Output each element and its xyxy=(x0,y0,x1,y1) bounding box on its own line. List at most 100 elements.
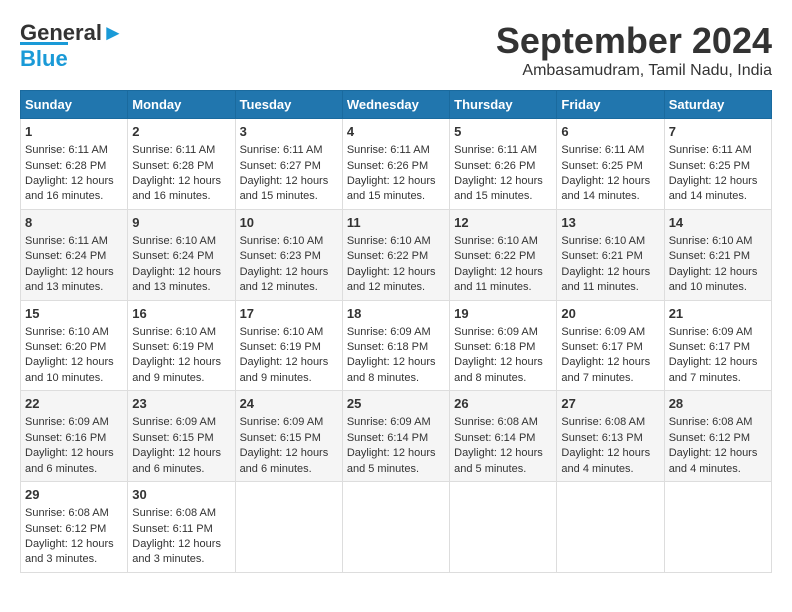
day-number: 3 xyxy=(240,123,338,141)
day-info: Sunrise: 6:08 AM Sunset: 6:11 PM Dayligh… xyxy=(132,507,221,565)
day-number: 21 xyxy=(669,305,767,323)
day-info: Sunrise: 6:08 AM Sunset: 6:12 PM Dayligh… xyxy=(25,507,114,565)
day-info: Sunrise: 6:11 AM Sunset: 6:25 PM Dayligh… xyxy=(669,144,758,202)
table-row: 15Sunrise: 6:10 AM Sunset: 6:20 PM Dayli… xyxy=(21,300,772,391)
list-item: 17 Sunrise: 6:10 AM Sunset: 6:19 PM Dayli… xyxy=(235,300,342,391)
day-number: 14 xyxy=(669,214,767,232)
list-item: 5Sunrise: 6:11 AM Sunset: 6:26 PM Daylig… xyxy=(450,119,557,210)
list-item xyxy=(664,482,771,573)
header-row: Sunday Monday Tuesday Wednesday Thursday… xyxy=(21,91,772,119)
list-item: 3 Sunrise: 6:11 AM Sunset: 6:27 PM Daylig… xyxy=(235,119,342,210)
col-sunday: Sunday xyxy=(21,91,128,119)
day-info: Sunrise: 6:09 AM Sunset: 6:18 PM Dayligh… xyxy=(347,326,436,384)
calendar-subtitle: Ambasamudram, Tamil Nadu, India xyxy=(496,62,772,80)
list-item: 11 Sunrise: 6:10 AM Sunset: 6:22 PM Dayli… xyxy=(342,209,449,300)
day-number: 19 xyxy=(454,305,552,323)
day-info: Sunrise: 6:10 AM Sunset: 6:21 PM Dayligh… xyxy=(561,235,650,293)
day-number: 10 xyxy=(240,214,338,232)
list-item: 22 Sunrise: 6:09 AM Sunset: 6:16 PM Dayli… xyxy=(21,391,128,482)
calendar-table: Sunday Monday Tuesday Wednesday Thursday… xyxy=(20,90,772,573)
list-item: 28 Sunrise: 6:08 AM Sunset: 6:12 PM Dayli… xyxy=(664,391,771,482)
list-item: 1Sunrise: 6:11 AM Sunset: 6:28 PM Daylig… xyxy=(21,119,128,210)
day-number: 11 xyxy=(347,214,445,232)
day-info: Sunrise: 6:10 AM Sunset: 6:21 PM Dayligh… xyxy=(669,235,758,293)
day-info: Sunrise: 6:10 AM Sunset: 6:23 PM Dayligh… xyxy=(240,235,329,293)
logo-blue-text: Blue xyxy=(20,42,68,72)
day-number: 7 xyxy=(669,123,767,141)
day-info: Sunrise: 6:11 AM Sunset: 6:27 PM Dayligh… xyxy=(240,144,329,202)
page-header: General► Blue September 2024 Ambasamudra… xyxy=(20,20,772,80)
day-number: 25 xyxy=(347,395,445,413)
day-info: Sunrise: 6:11 AM Sunset: 6:26 PM Dayligh… xyxy=(347,144,436,202)
day-info: Sunrise: 6:11 AM Sunset: 6:24 PM Dayligh… xyxy=(25,235,114,293)
list-item: 4 Sunrise: 6:11 AM Sunset: 6:26 PM Daylig… xyxy=(342,119,449,210)
list-item: 14 Sunrise: 6:10 AM Sunset: 6:21 PM Dayli… xyxy=(664,209,771,300)
day-number: 24 xyxy=(240,395,338,413)
day-info: Sunrise: 6:10 AM Sunset: 6:19 PM Dayligh… xyxy=(132,326,221,384)
day-info: Sunrise: 6:10 AM Sunset: 6:22 PM Dayligh… xyxy=(347,235,436,293)
day-info: Sunrise: 6:08 AM Sunset: 6:12 PM Dayligh… xyxy=(669,416,758,474)
day-info: Sunrise: 6:11 AM Sunset: 6:28 PM Dayligh… xyxy=(25,144,114,202)
day-info: Sunrise: 6:08 AM Sunset: 6:14 PM Dayligh… xyxy=(454,416,543,474)
day-info: Sunrise: 6:09 AM Sunset: 6:17 PM Dayligh… xyxy=(669,326,758,384)
list-item xyxy=(557,482,664,573)
list-item: 24 Sunrise: 6:09 AM Sunset: 6:15 PM Dayli… xyxy=(235,391,342,482)
list-item: 26Sunrise: 6:08 AM Sunset: 6:14 PM Dayli… xyxy=(450,391,557,482)
day-number: 8 xyxy=(25,214,123,232)
day-number: 5 xyxy=(454,123,552,141)
list-item: 23 Sunrise: 6:09 AM Sunset: 6:15 PM Dayli… xyxy=(128,391,235,482)
list-item: 30 Sunrise: 6:08 AM Sunset: 6:11 PM Dayli… xyxy=(128,482,235,573)
day-number: 29 xyxy=(25,486,123,504)
col-wednesday: Wednesday xyxy=(342,91,449,119)
table-row: 8 Sunrise: 6:11 AM Sunset: 6:24 PM Daylig… xyxy=(21,209,772,300)
day-number: 27 xyxy=(561,395,659,413)
list-item: 15Sunrise: 6:10 AM Sunset: 6:20 PM Dayli… xyxy=(21,300,128,391)
logo: General► Blue xyxy=(20,20,124,72)
day-info: Sunrise: 6:09 AM Sunset: 6:15 PM Dayligh… xyxy=(132,416,221,474)
list-item: 20Sunrise: 6:09 AM Sunset: 6:17 PM Dayli… xyxy=(557,300,664,391)
day-number: 4 xyxy=(347,123,445,141)
list-item: 16Sunrise: 6:10 AM Sunset: 6:19 PM Dayli… xyxy=(128,300,235,391)
list-item: 29 Sunrise: 6:08 AM Sunset: 6:12 PM Dayli… xyxy=(21,482,128,573)
day-info: Sunrise: 6:11 AM Sunset: 6:28 PM Dayligh… xyxy=(132,144,221,202)
day-number: 13 xyxy=(561,214,659,232)
list-item: 6 Sunrise: 6:11 AM Sunset: 6:25 PM Daylig… xyxy=(557,119,664,210)
day-number: 28 xyxy=(669,395,767,413)
list-item: 2 Sunrise: 6:11 AM Sunset: 6:28 PM Daylig… xyxy=(128,119,235,210)
list-item xyxy=(235,482,342,573)
calendar-title: September 2024 xyxy=(496,20,772,62)
day-number: 23 xyxy=(132,395,230,413)
list-item: 9Sunrise: 6:10 AM Sunset: 6:24 PM Daylig… xyxy=(128,209,235,300)
table-row: 22 Sunrise: 6:09 AM Sunset: 6:16 PM Dayli… xyxy=(21,391,772,482)
day-info: Sunrise: 6:09 AM Sunset: 6:14 PM Dayligh… xyxy=(347,416,436,474)
table-row: 29 Sunrise: 6:08 AM Sunset: 6:12 PM Dayli… xyxy=(21,482,772,573)
list-item xyxy=(342,482,449,573)
day-info: Sunrise: 6:10 AM Sunset: 6:24 PM Dayligh… xyxy=(132,235,221,293)
list-item: 8 Sunrise: 6:11 AM Sunset: 6:24 PM Daylig… xyxy=(21,209,128,300)
title-block: September 2024 Ambasamudram, Tamil Nadu,… xyxy=(496,20,772,80)
list-item: 19Sunrise: 6:09 AM Sunset: 6:18 PM Dayli… xyxy=(450,300,557,391)
list-item: 12Sunrise: 6:10 AM Sunset: 6:22 PM Dayli… xyxy=(450,209,557,300)
day-number: 18 xyxy=(347,305,445,323)
col-friday: Friday xyxy=(557,91,664,119)
day-number: 6 xyxy=(561,123,659,141)
list-item: 18 Sunrise: 6:09 AM Sunset: 6:18 PM Dayli… xyxy=(342,300,449,391)
day-number: 30 xyxy=(132,486,230,504)
day-info: Sunrise: 6:10 AM Sunset: 6:20 PM Dayligh… xyxy=(25,326,114,384)
day-number: 2 xyxy=(132,123,230,141)
list-item: 21 Sunrise: 6:09 AM Sunset: 6:17 PM Dayli… xyxy=(664,300,771,391)
day-number: 20 xyxy=(561,305,659,323)
list-item: 25 Sunrise: 6:09 AM Sunset: 6:14 PM Dayli… xyxy=(342,391,449,482)
day-info: Sunrise: 6:09 AM Sunset: 6:16 PM Dayligh… xyxy=(25,416,114,474)
day-info: Sunrise: 6:09 AM Sunset: 6:15 PM Dayligh… xyxy=(240,416,329,474)
day-number: 12 xyxy=(454,214,552,232)
day-info: Sunrise: 6:08 AM Sunset: 6:13 PM Dayligh… xyxy=(561,416,650,474)
day-info: Sunrise: 6:10 AM Sunset: 6:19 PM Dayligh… xyxy=(240,326,329,384)
day-info: Sunrise: 6:11 AM Sunset: 6:25 PM Dayligh… xyxy=(561,144,650,202)
day-number: 17 xyxy=(240,305,338,323)
list-item: 7 Sunrise: 6:11 AM Sunset: 6:25 PM Daylig… xyxy=(664,119,771,210)
list-item: 13 Sunrise: 6:10 AM Sunset: 6:21 PM Dayli… xyxy=(557,209,664,300)
list-item xyxy=(450,482,557,573)
list-item: 27 Sunrise: 6:08 AM Sunset: 6:13 PM Dayli… xyxy=(557,391,664,482)
day-number: 22 xyxy=(25,395,123,413)
